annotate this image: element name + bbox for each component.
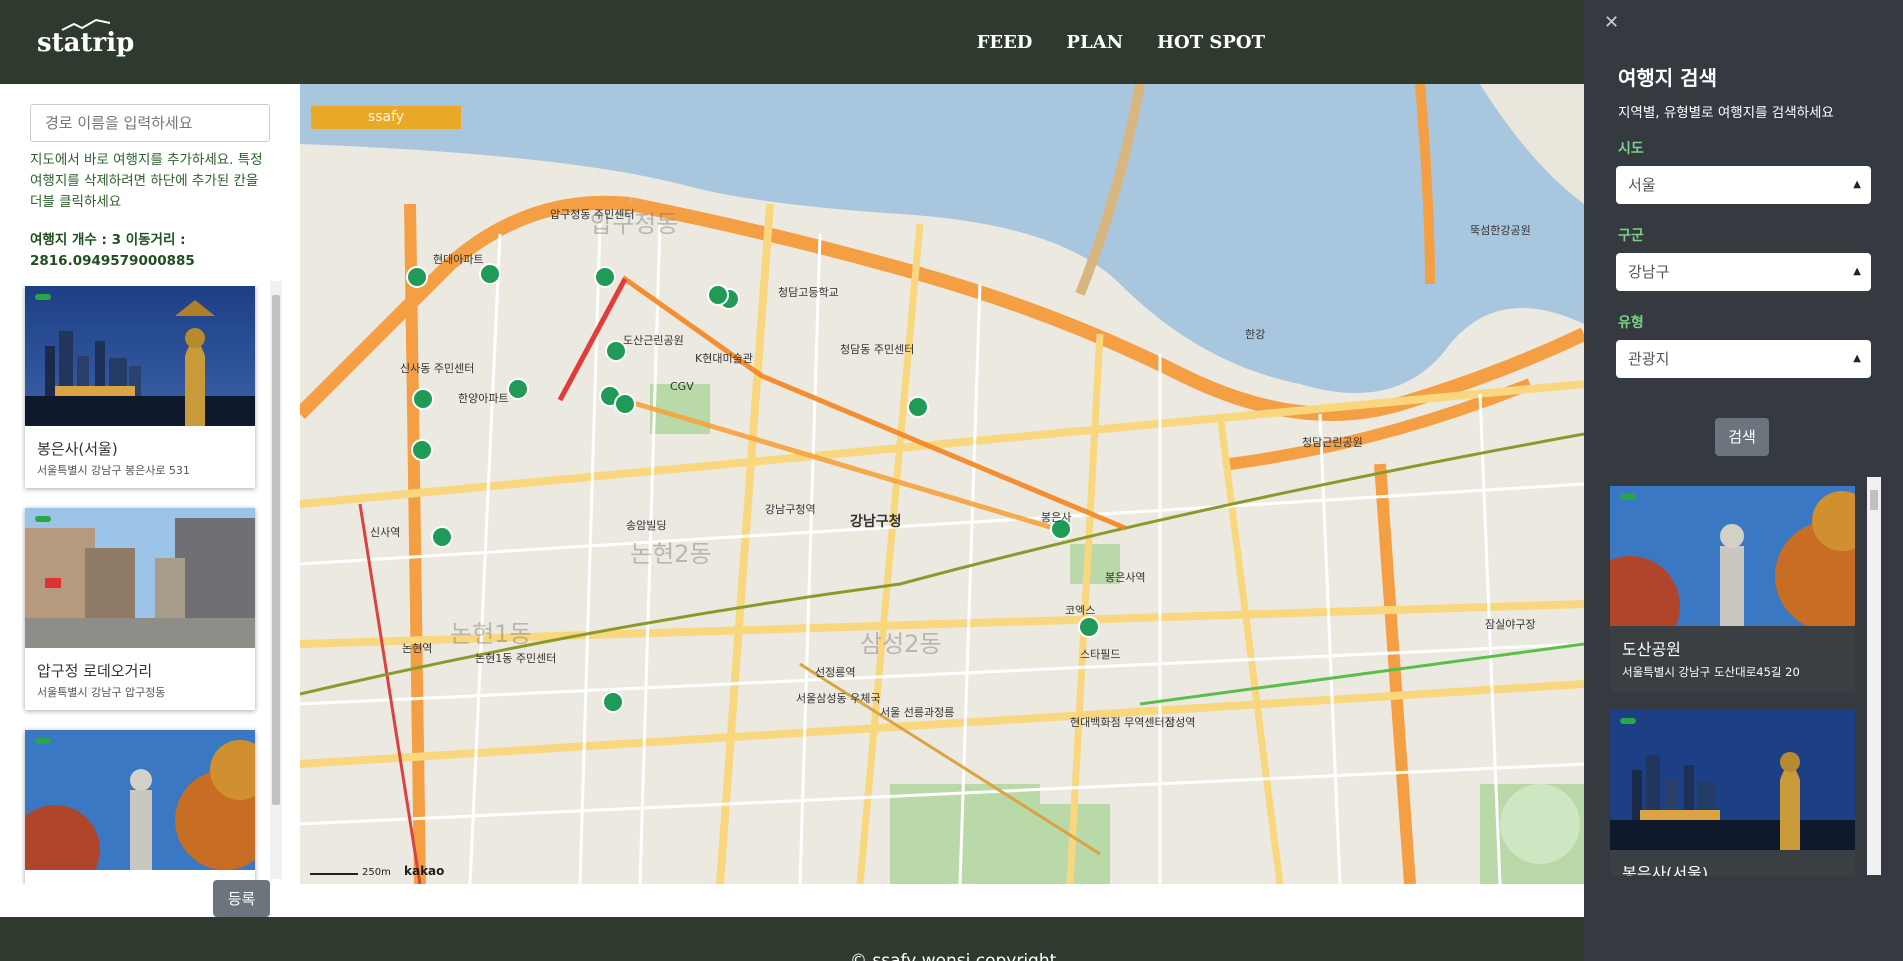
sido-label: 시도 [1618,141,1644,157]
district-label: 삼성2동 [860,630,942,658]
kakao-logo: kakao [404,864,445,878]
map-tag[interactable]: ssafy [311,106,461,129]
help-text: 지도에서 바로 여행지를 추가하세요. 특정 여행지를 삭제하려면 하단에 추가… [30,152,263,210]
card-badge [35,516,51,522]
map-poi-label: 선정릉역 [815,666,856,679]
map-poi-label: 신사역 [370,526,401,539]
sidebar-title: 여행지 검색 [1618,66,1717,90]
map-poi-label: 봉은사역 [1105,571,1146,584]
close-icon[interactable]: ✕ [1604,12,1619,33]
map-poi-label: 뚝섬한강공원 [1470,224,1531,237]
map-poi-label: 강남구청 [850,514,902,530]
map-poi-label: 현대백화점 무역센터점 [1070,716,1175,729]
result-card-title: 봉은사(서울) [1622,864,1709,876]
search-sidebar: ✕ 여행지 검색 지역별, 유형별로 여행지를 검색하세요 시도 서울 ▲ 구군… [1584,0,1903,961]
type-label: 유형 [1618,315,1644,331]
route-card-list[interactable]: 봉은사(서울) 서울특별시 강남구 봉은사로 531 압구정 로데오거리 서울특… [22,286,262,884]
card-title: 압구정 로데오거리 [37,662,153,680]
footer-text: © ssafy wonsi copyright [850,951,1057,961]
result-card-image [1610,710,1855,850]
register-button[interactable]: 등록 [213,880,270,917]
route-stats: 여행지 개수 : 3 이동거리 : 2816.0949579000885 [30,232,195,269]
map-poi-label: 현대아파트 [433,253,484,266]
nav-feed[interactable]: FEED [977,32,1033,53]
nav-links: FEED PLAN HOT SPOT [977,32,1265,53]
map-poi-label: 한강 [1245,328,1266,341]
route-card[interactable]: 압구정 로데오거리 서울특별시 강남구 압구정동 [25,508,255,710]
type-select[interactable]: 관광지 ▲ [1616,340,1871,378]
map-poi-label: 신사동 주민센터 [400,362,475,375]
type-select-value: 관광지 [1628,350,1670,368]
select-caret-icon: ▲ [1853,179,1861,190]
map-poi-label: 서울삼성동 우체국 [796,692,881,705]
map-poi-label: 강남구청역 [765,503,816,516]
card-badge [35,294,51,300]
card-title: 봉은사(서울) [37,440,118,458]
search-result-list[interactable]: 도산공원 서울특별시 강남구 도산대로45길 20 봉은사(서울) [1610,486,1860,876]
search-button[interactable]: 검색 [1715,418,1769,456]
map-poi-label: 코엑스 [1065,604,1096,617]
gugun-label: 구군 [1618,228,1644,244]
map-poi-label: 청담고등학교 [778,286,839,299]
result-card-image [1610,486,1855,626]
card-list-scroll-thumb[interactable] [272,295,280,805]
card-image [25,508,255,648]
card-badge [1620,494,1636,500]
map-view[interactable]: ssafy 압구정동 논현2동 논현1동 삼성2동 강남구청 청담고등학교 신사… [300,84,1584,884]
map-scale: 250m [310,867,391,878]
result-card[interactable]: 봉은사(서울) [1610,710,1855,876]
nav-hotspot[interactable]: HOT SPOT [1157,32,1265,53]
sidebar-subtitle: 지역별, 유형별로 여행지를 검색하세요 [1618,105,1834,121]
map-poi-label: 청담동 주민센터 [840,343,915,356]
card-image [25,286,255,426]
map-poi-label: 도산근린공원 [623,334,684,347]
map-poi-label: 잠실야구장 [1485,618,1536,631]
district-label: 논현2동 [630,540,712,568]
route-card[interactable] [25,730,255,884]
result-card-address: 서울특별시 강남구 도산대로45길 20 [1622,665,1800,679]
logo-mark-icon [61,18,111,31]
left-panel: 지도에서 바로 여행지를 추가하세요. 특정 여행지를 삭제하려면 하단에 추가… [0,84,300,917]
card-image [25,730,255,870]
map-poi-label: K현대미술관 [695,352,753,365]
map-poi-label: 봉은사 [1041,511,1072,524]
map-canvas[interactable] [300,84,1584,884]
map-poi-label: 송암빌딩 [626,519,667,532]
map-poi-label: CGV [670,380,694,393]
card-badge [1620,718,1636,724]
gugun-select-value: 강남구 [1628,263,1670,281]
route-name-input[interactable] [30,104,270,142]
nav-plan[interactable]: PLAN [1066,32,1123,53]
map-poi-label: 한양아파트 [458,392,509,405]
card-address: 서울특별시 강남구 봉은사로 531 [37,464,190,477]
card-badge [35,738,51,744]
route-card[interactable]: 봉은사(서울) 서울특별시 강남구 봉은사로 531 [25,286,255,488]
logo[interactable]: statrip [37,28,134,58]
district-label: 논현1동 [450,620,532,648]
map-poi-label: 논현1동 주민센터 [475,652,557,665]
result-card[interactable]: 도산공원 서울특별시 강남구 도산대로45길 20 [1610,486,1855,692]
sido-select-value: 서울 [1628,176,1656,194]
map-poi-label: 스타필드 [1080,648,1121,661]
result-card-title: 도산공원 [1622,640,1681,659]
map-poi-label: 압구정동 주민센터 [550,208,635,221]
card-address: 서울특별시 강남구 압구정동 [37,686,166,699]
select-caret-icon: ▲ [1853,353,1861,364]
gugun-select[interactable]: 강남구 ▲ [1616,253,1871,291]
sido-select[interactable]: 서울 ▲ [1616,166,1871,204]
select-caret-icon: ▲ [1853,266,1861,277]
map-poi-label: 서울 선릉과정릉 [880,706,955,719]
map-poi-label: 청담근린공원 [1302,436,1363,449]
result-list-scroll-thumb[interactable] [1870,490,1878,510]
result-list-scrollbar[interactable] [1867,477,1881,875]
map-poi-label: 논현역 [402,642,433,655]
